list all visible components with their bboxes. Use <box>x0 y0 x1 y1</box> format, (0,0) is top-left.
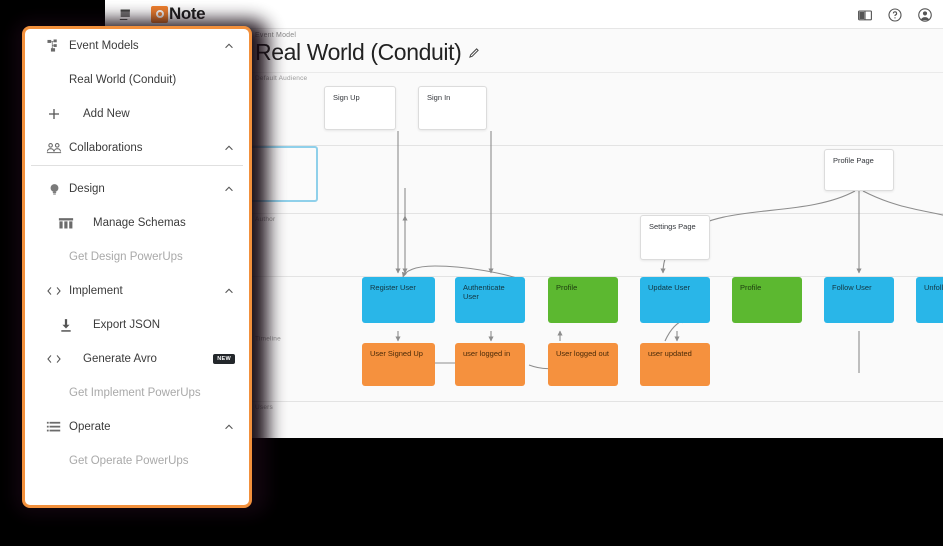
node-label: Profile <box>556 283 577 292</box>
node-profile-read-1[interactable]: Profile <box>548 277 618 323</box>
sidebar-item-label: Implement <box>69 285 223 297</box>
topbar-actions <box>857 0 933 29</box>
node-follow-user[interactable]: Follow User <box>824 277 894 323</box>
pencil-icon[interactable] <box>468 47 480 59</box>
sidebar-item-implement[interactable]: Implement <box>25 274 249 308</box>
node-label: Unfoll <box>924 283 943 292</box>
sidebar-item-operate[interactable]: Operate <box>25 410 249 444</box>
page-title: Real World (Conduit) <box>255 39 461 66</box>
sidebar-item-label: Export JSON <box>93 319 235 331</box>
node-label: Profile <box>740 283 761 292</box>
sidebar-item-generate-avro[interactable]: Generate Avro NEW <box>25 342 249 376</box>
node-label: Profile Page <box>833 156 874 165</box>
sidebar-item-get-operate-powerups[interactable]: Get Operate PowerUps <box>25 444 249 478</box>
sidebar-item-label: Manage Schemas <box>93 217 235 229</box>
sidebar-item-label: Get Operate PowerUps <box>69 455 235 467</box>
code-brackets-icon <box>39 284 69 298</box>
node-user-updated[interactable]: user updated <box>640 343 710 386</box>
list-icon <box>39 420 69 434</box>
node-label: Sign In <box>427 93 450 102</box>
node-label: Follow User <box>832 283 872 292</box>
code-brackets-icon <box>39 352 69 366</box>
help-circle-icon[interactable] <box>887 7 903 23</box>
sidebar-item-get-design-powerups[interactable]: Get Design PowerUps <box>25 240 249 274</box>
lightbulb-icon <box>39 182 69 197</box>
node-user-logged-out[interactable]: User logged out <box>548 343 618 386</box>
sidebar-item-real-world-conduit[interactable]: Real World (Conduit) <box>25 63 249 97</box>
sidebar-item-collaborations[interactable]: Collaborations <box>25 131 249 165</box>
plus-icon <box>39 107 69 121</box>
node-label: Settings Page <box>649 222 696 231</box>
sidebar-item-label: Real World (Conduit) <box>69 74 235 86</box>
sidebar-item-label: Event Models <box>69 40 223 52</box>
node-authenticate-user[interactable]: Authenticate User <box>455 277 525 323</box>
sidebar-item-design[interactable]: Design <box>25 172 249 206</box>
sidebar-item-label: Design <box>69 183 223 195</box>
node-sign-up[interactable]: Sign Up <box>324 86 396 130</box>
node-update-user[interactable]: Update User <box>640 277 710 323</box>
table-columns-icon <box>51 216 81 231</box>
sidebar-item-label: Collaborations <box>69 142 223 154</box>
sidebar-divider <box>31 165 243 166</box>
screen-root: Note <box>0 0 943 546</box>
sidebar-item-event-models[interactable]: Event Models <box>25 29 249 63</box>
node-label: user updated <box>648 349 692 358</box>
node-label: User Signed Up <box>370 349 423 358</box>
docs-book-icon[interactable] <box>857 7 873 23</box>
page-title-row: Real World (Conduit) <box>255 39 480 66</box>
node-profile-read-2[interactable]: Profile <box>732 277 802 323</box>
sidebar-item-add-new[interactable]: Add New <box>25 97 249 131</box>
node-label: user logged in <box>463 349 510 358</box>
sidebar-item-label: Add New <box>83 108 235 120</box>
chevron-up-icon[interactable] <box>223 421 235 433</box>
chevron-up-icon[interactable] <box>223 183 235 195</box>
people-icon <box>39 140 69 156</box>
node-label: Sign Up <box>333 93 360 102</box>
chevron-up-icon[interactable] <box>223 40 235 52</box>
sidebar-item-get-implement-powerups[interactable]: Get Implement PowerUps <box>25 376 249 410</box>
sidebar-item-label: Generate Avro <box>83 353 213 365</box>
sidebar-item-manage-schemas[interactable]: Manage Schemas <box>25 206 249 240</box>
node-settings-page[interactable]: Settings Page <box>640 215 710 260</box>
node-user-signed-up[interactable]: User Signed Up <box>362 343 435 386</box>
sidebar: Event Models Real World (Conduit) Add Ne… <box>22 26 252 508</box>
node-profile-page[interactable]: Profile Page <box>824 149 894 191</box>
node-label: Register User <box>370 283 416 292</box>
node-label: Update User <box>648 283 690 292</box>
node-sign-in[interactable]: Sign In <box>418 86 487 130</box>
chevron-up-icon[interactable] <box>223 285 235 297</box>
sidebar-item-export-json[interactable]: Export JSON <box>25 308 249 342</box>
account-circle-icon[interactable] <box>917 7 933 23</box>
node-label: User logged out <box>556 349 609 358</box>
event-models-icon <box>39 39 69 54</box>
node-register-user[interactable]: Register User <box>362 277 435 323</box>
sidebar-item-label: Operate <box>69 421 223 433</box>
new-badge: NEW <box>213 354 235 364</box>
node-label: Authenticate User <box>463 283 505 301</box>
sidebar-item-label: Get Implement PowerUps <box>69 387 235 399</box>
node-user-logged-in[interactable]: user logged in <box>455 343 525 386</box>
download-icon <box>51 318 81 333</box>
chevron-up-icon[interactable] <box>223 142 235 154</box>
sidebar-item-label: Get Design PowerUps <box>69 251 235 263</box>
node-unfollow-user[interactable]: Unfoll <box>916 277 943 323</box>
